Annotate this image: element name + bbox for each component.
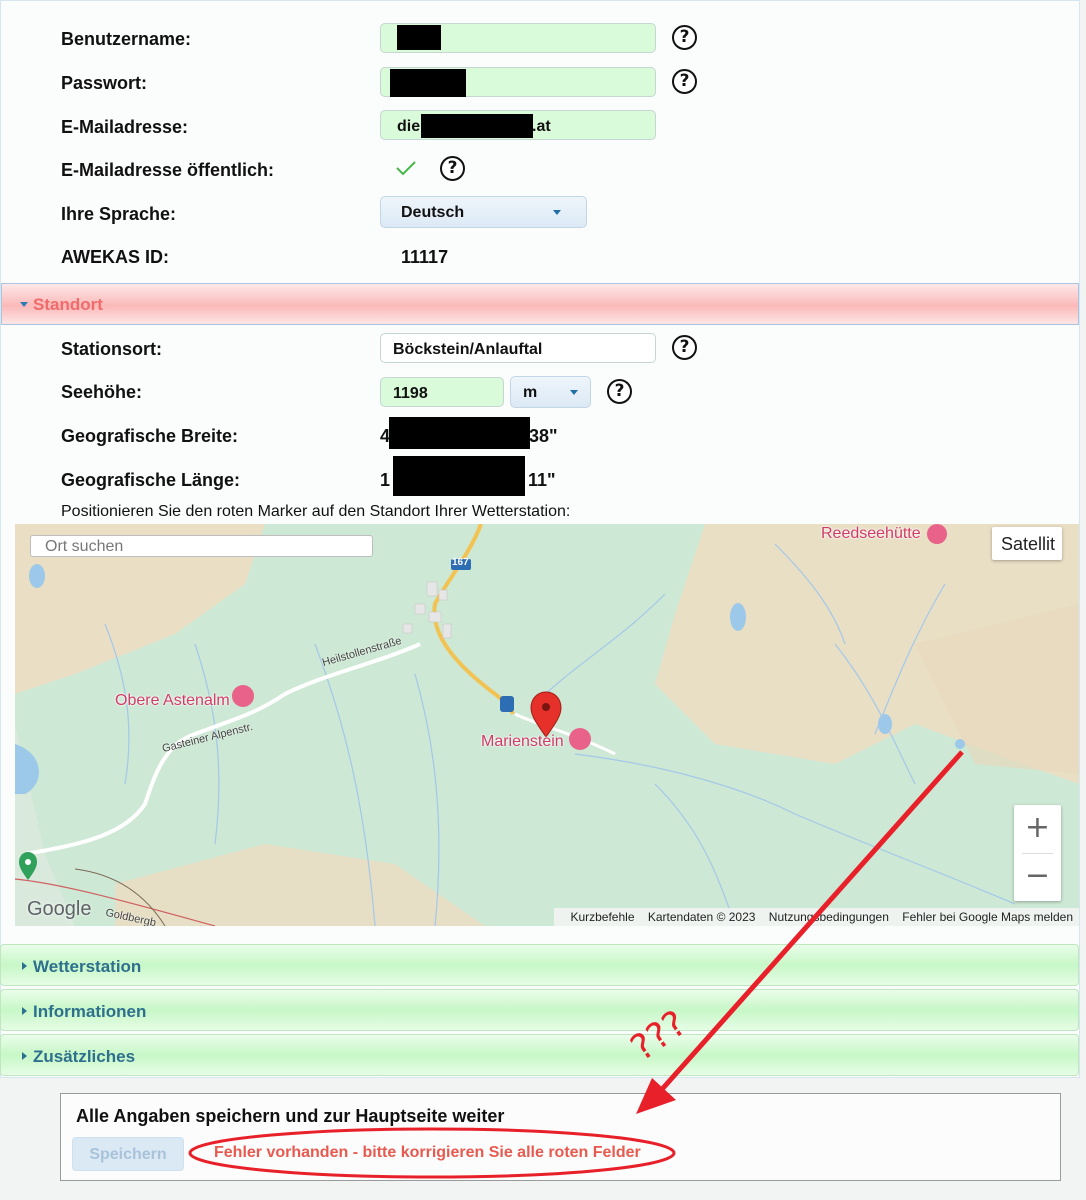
- map-report-link[interactable]: Fehler bei Google Maps melden: [902, 910, 1073, 924]
- altitude-unit-select[interactable]: m: [510, 376, 591, 408]
- map-satellite-button[interactable]: Satellit: [992, 527, 1062, 560]
- map-shortcuts-link[interactable]: Kurzbefehle: [570, 910, 634, 924]
- redaction-block: [397, 25, 441, 50]
- latitude-suffix: 38": [529, 426, 558, 446]
- language-select[interactable]: Deutsch: [380, 196, 587, 228]
- station-help-icon[interactable]: ?: [672, 335, 697, 360]
- error-message: Fehler vorhanden - bitte korrigieren Sie…: [214, 1144, 641, 1161]
- zoom-out-button[interactable]: −: [1014, 853, 1061, 901]
- map-zoom-control: + −: [1014, 805, 1061, 901]
- altitude-unit-value: m: [523, 384, 538, 401]
- map-place-label: Marienstein: [481, 733, 564, 750]
- save-title: Alle Angaben speichern und zur Hauptseit…: [76, 1106, 505, 1126]
- chevron-down-icon: [570, 390, 578, 395]
- email-field[interactable]: die .at: [380, 110, 656, 140]
- language-label: Ihre Sprache:: [61, 204, 177, 224]
- expand-triangle-icon: [20, 302, 28, 307]
- section-zusaetzliches[interactable]: Zusätzliches: [0, 1034, 1079, 1076]
- map-terms-link[interactable]: Nutzungsbedingungen: [769, 910, 889, 924]
- save-panel: Alle Angaben speichern und zur Hauptseit…: [60, 1093, 1061, 1181]
- redaction-block: [389, 417, 530, 449]
- altitude-label: Seehöhe:: [61, 382, 143, 402]
- section-zusaetzliches-label: Zusätzliches: [33, 1047, 136, 1066]
- collapsed-triangle-icon: [22, 1052, 27, 1060]
- redaction-block: [393, 456, 525, 496]
- altitude-field[interactable]: 1198: [380, 377, 504, 407]
- location-map[interactable]: Ort suchen Satellit Reedseehütte Obere A…: [15, 524, 1079, 926]
- collapsed-triangle-icon: [22, 962, 27, 970]
- password-field[interactable]: [380, 67, 656, 97]
- map-attribution: Kurzbefehle Kartendaten © 2023 Nutzungsb…: [554, 908, 1079, 926]
- email-public-checkbox[interactable]: [395, 159, 417, 177]
- username-help-icon[interactable]: ?: [672, 25, 697, 50]
- username-field[interactable]: [380, 23, 656, 53]
- section-informationen-label: Informationen: [33, 1002, 147, 1021]
- section-wetterstation-label: Wetterstation: [33, 957, 142, 976]
- email-public-label: E-Mailadresse öffentlich:: [61, 160, 275, 180]
- map-place-label: Obere Astenalm: [115, 692, 230, 709]
- awekas-id-label: AWEKAS ID:: [61, 247, 169, 267]
- email-public-help-icon[interactable]: ?: [440, 156, 465, 181]
- redaction-block: [421, 114, 533, 138]
- zoom-in-button[interactable]: +: [1014, 805, 1061, 853]
- longitude-label: Geografische Länge:: [61, 470, 241, 490]
- latitude-label: Geografische Breite:: [61, 426, 239, 446]
- email-suffix: .at: [532, 118, 551, 135]
- redaction-block: [390, 69, 466, 97]
- google-logo: Google: [27, 898, 92, 920]
- password-help-icon[interactable]: ?: [672, 69, 697, 94]
- section-standort[interactable]: Standort: [1, 283, 1079, 325]
- section-wetterstation[interactable]: Wetterstation: [0, 944, 1079, 986]
- email-label: E-Mailadresse:: [61, 117, 189, 137]
- password-label: Passwort:: [61, 73, 148, 93]
- email-prefix: die: [397, 118, 421, 135]
- marker-instruction: Positionieren Sie den roten Marker auf d…: [61, 503, 571, 520]
- station-label: Stationsort:: [61, 339, 162, 359]
- awekas-id-value: 11117: [401, 247, 449, 267]
- longitude-prefix: 1: [380, 470, 391, 490]
- map-data-credit: Kartendaten © 2023: [647, 910, 756, 924]
- station-field[interactable]: Böckstein/Anlauftal: [380, 333, 656, 363]
- section-standort-label: Standort: [33, 295, 103, 314]
- username-label: Benutzername:: [61, 29, 192, 49]
- collapsed-triangle-icon: [22, 1007, 27, 1015]
- altitude-help-icon[interactable]: ?: [607, 379, 632, 404]
- map-place-label: Reedseehütte: [821, 525, 921, 542]
- chevron-down-icon: [553, 210, 561, 215]
- map-terrain: [15, 524, 1079, 926]
- save-button[interactable]: Speichern: [72, 1137, 184, 1171]
- longitude-suffix: 11": [528, 470, 556, 490]
- language-value: Deutsch: [401, 204, 465, 221]
- map-search-input[interactable]: Ort suchen: [30, 535, 373, 557]
- section-informationen[interactable]: Informationen: [0, 989, 1079, 1031]
- zoom-separator: [1022, 853, 1053, 854]
- map-road-number: 167: [452, 557, 469, 568]
